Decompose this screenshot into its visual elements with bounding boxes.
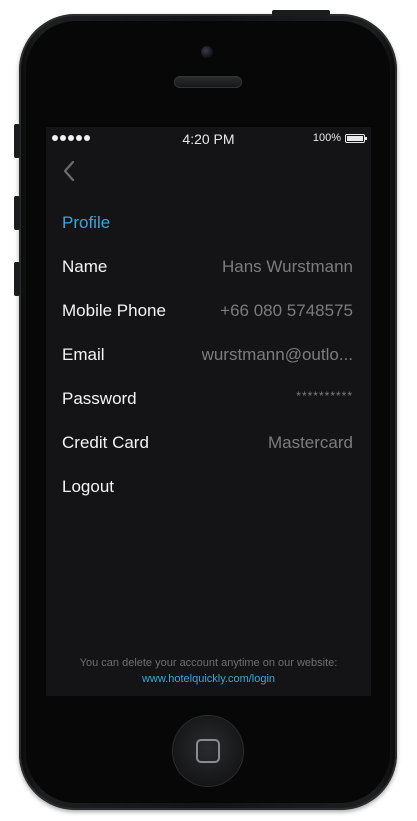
row-value: wurstmann@outlo...: [201, 345, 353, 364]
row-label: Email: [62, 345, 105, 364]
row-label: Name: [62, 257, 108, 276]
row-label: Password: [62, 389, 137, 408]
app-screen: 4:20 PM 100% Profile Name Hans Wurstmann…: [46, 127, 371, 696]
battery-icon: [345, 134, 367, 143]
footer: You can delete your account anytime on o…: [46, 655, 371, 687]
website-link[interactable]: www.hotelquickly.com/login: [46, 671, 371, 687]
row-label: Logout: [62, 477, 114, 496]
volume-up-button: [14, 196, 20, 230]
profile-row-mobile-phone[interactable]: Mobile Phone +66 080 5748575: [62, 289, 353, 333]
row-label: Credit Card: [62, 433, 149, 452]
battery-percentage: 100%: [312, 132, 341, 144]
profile-row-name[interactable]: Name Hans Wurstmann: [62, 245, 353, 289]
profile-row-password[interactable]: Password **********: [62, 377, 353, 421]
earpiece-speaker: [174, 76, 242, 88]
row-value: Hans Wurstmann: [221, 257, 353, 276]
profile-row-credit-card[interactable]: Credit Card Mastercard: [62, 421, 353, 465]
status-bar: 4:20 PM 100%: [46, 127, 371, 149]
home-button: [173, 716, 243, 786]
home-square-icon: [196, 739, 220, 763]
row-value: Mastercard: [267, 433, 353, 452]
row-value: +66 080 5748575: [220, 301, 353, 320]
section-title-profile: Profile: [62, 213, 111, 232]
logout-button[interactable]: Logout: [62, 465, 353, 509]
profile-list: Name Hans Wurstmann Mobile Phone +66 080…: [62, 245, 353, 509]
volume-down-button: [14, 262, 20, 296]
delete-account-note: You can delete your account anytime on o…: [79, 657, 338, 669]
mute-switch: [14, 124, 20, 158]
row-label: Mobile Phone: [62, 301, 166, 320]
power-button: [272, 10, 330, 16]
back-button[interactable]: [60, 159, 80, 183]
profile-row-email[interactable]: Email wurstmann@outlo...: [62, 333, 353, 377]
front-camera: [201, 46, 213, 58]
row-value: **********: [296, 389, 353, 403]
chevron-left-icon: [63, 160, 75, 182]
